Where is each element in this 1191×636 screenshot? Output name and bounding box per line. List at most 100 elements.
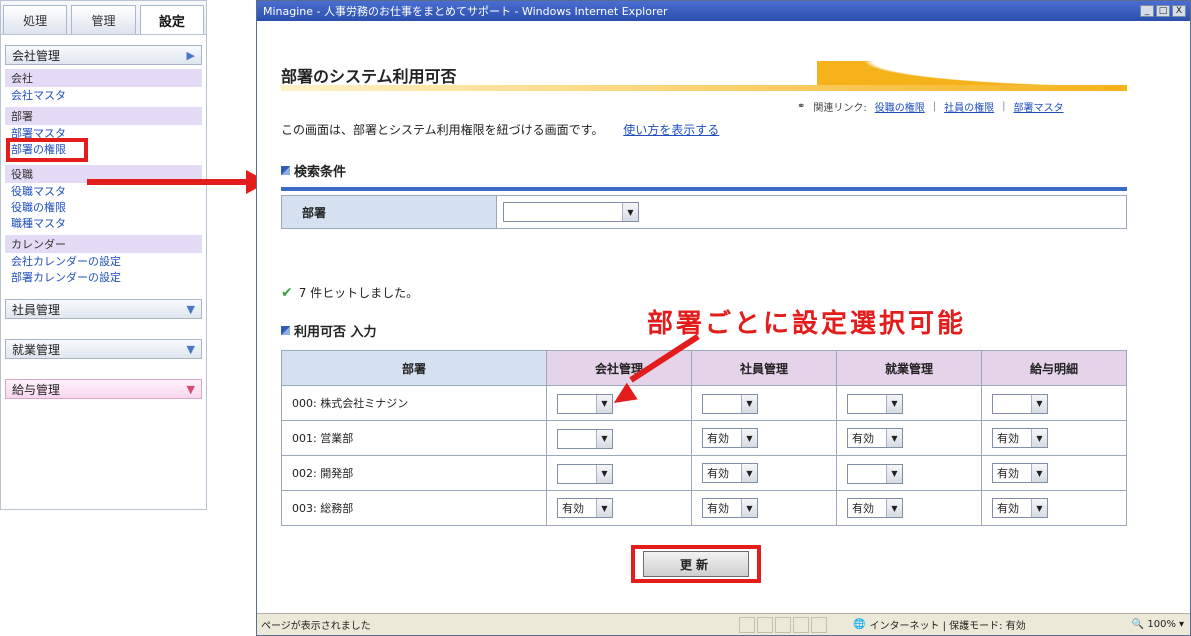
chevron-down-icon: ▼	[596, 464, 612, 483]
section-label: 就業管理	[12, 342, 61, 357]
permission-select[interactable]: 有効 ▼	[992, 498, 1048, 518]
related-link-employee-permission[interactable]: 社員の権限	[944, 99, 994, 114]
side-navigation: 処理 管理 設定 会社管理 ▶ 会社 会社マスタ 部署 部署マスタ 部署の権限 …	[0, 0, 207, 510]
select-value: 有効	[997, 502, 1019, 515]
permission-select[interactable]: 有効 ▼	[847, 428, 903, 448]
section-label: 社員管理	[12, 302, 61, 317]
section-square-icon	[281, 326, 290, 335]
update-button[interactable]: 更新	[643, 551, 749, 577]
check-icon: ✔	[281, 284, 293, 301]
how-to-link[interactable]: 使い方を表示する	[623, 123, 719, 137]
permission-select[interactable]: ▼	[992, 393, 1048, 414]
chevron-down-icon: ▼	[1031, 394, 1047, 413]
permission-select[interactable]: ▼	[847, 463, 903, 484]
close-button[interactable]: X	[1172, 5, 1186, 17]
permission-select[interactable]: ▼	[702, 393, 758, 414]
chevron-down-icon: ▼	[622, 203, 638, 221]
department-filter-label: 部署	[282, 196, 497, 228]
chevron-down-icon: ▼	[741, 499, 757, 517]
column-header-department: 部署	[281, 350, 547, 386]
department-filter-select[interactable]: ▼	[503, 202, 639, 222]
permission-select[interactable]: ▼	[557, 428, 613, 449]
permission-select[interactable]: 有効 ▼	[557, 498, 613, 518]
related-link-position-permission[interactable]: 役職の権限	[875, 99, 925, 114]
permission-select[interactable]: 有効 ▼	[992, 428, 1048, 448]
select-value: 有効	[997, 432, 1019, 445]
table-header-row: 部署 会社管理 社員管理 就業管理 給与明細	[281, 350, 1127, 386]
status-cell	[757, 616, 773, 633]
group-calendar: カレンダー	[5, 235, 202, 253]
annotation-arrow-line	[87, 179, 247, 185]
section-employee-management[interactable]: 社員管理 ▼	[5, 299, 202, 319]
permission-select[interactable]: 有効 ▼	[702, 463, 758, 483]
related-link-department-master[interactable]: 部署マスタ	[1014, 99, 1064, 114]
status-text: ページが表示されました	[261, 621, 371, 632]
table-row: 000: 株式会社ミナジン ▼ ▼ ▼ ▼	[281, 385, 1127, 421]
chevron-down-icon: ▼	[741, 464, 757, 482]
window-title: Minagine - 人事労務のお仕事をまとめてサポート - Windows I…	[263, 5, 668, 18]
group-company: 会社	[5, 69, 202, 87]
chevron-down-icon: ▼	[886, 499, 902, 517]
department-name: 003: 総務部	[281, 490, 547, 526]
tab-management[interactable]: 管理	[71, 5, 136, 34]
section-company-management[interactable]: 会社管理 ▶	[5, 45, 202, 65]
select-value: 有効	[852, 432, 874, 445]
nav-link-department-master[interactable]: 部署マスタ	[11, 127, 202, 141]
related-links-label: 関連リンク:	[813, 103, 867, 114]
page-title: 部署のシステム利用可否	[281, 67, 457, 86]
tab-processing[interactable]: 処理	[3, 5, 68, 34]
chevron-down-icon: ▼	[886, 464, 902, 483]
minimize-button[interactable]: _	[1140, 5, 1154, 17]
permission-select[interactable]: 有効 ▼	[847, 498, 903, 518]
chevron-down-icon: ▼	[1031, 429, 1047, 447]
chevron-down-icon: ▼	[886, 429, 902, 447]
related-links: ⚭ 関連リンク: 役職の権限 | 社員の権限 | 部署マスタ	[797, 99, 1064, 114]
permission-select[interactable]: 有効 ▼	[702, 428, 758, 448]
expand-down-icon: ▼	[186, 302, 195, 316]
department-name: 001: 営業部	[281, 420, 547, 456]
permission-select[interactable]: 有効 ▼	[702, 498, 758, 518]
chevron-down-icon: ▼	[741, 429, 757, 447]
search-conditions: 部署 ▼	[281, 195, 1127, 229]
update-button-highlight: 更新	[631, 545, 761, 583]
section-payroll-management[interactable]: 給与管理 ▼	[5, 379, 202, 399]
zoom-level: 100%	[1147, 619, 1176, 630]
page-description: この画面は、部署とシステム利用権限を紐づける画面です。 使い方を表示する	[281, 121, 719, 138]
zone-text: インターネット | 保護モード: 有効	[869, 621, 1026, 632]
maximize-button[interactable]: □	[1156, 5, 1170, 17]
nav-link-position-permission[interactable]: 役職の権限	[11, 201, 202, 215]
permission-select[interactable]: 有効 ▼	[992, 463, 1048, 483]
nav-link-department-calendar[interactable]: 部署カレンダーの設定	[11, 271, 202, 285]
security-zone: 🌐 インターネット | 保護モード: 有効	[847, 617, 1026, 632]
select-value: 有効	[852, 502, 874, 515]
browser-window: Minagine - 人事労務のお仕事をまとめてサポート - Windows I…	[256, 0, 1191, 636]
search-section-title: 検索条件	[281, 161, 346, 180]
nav-link-company-calendar[interactable]: 会社カレンダーの設定	[11, 255, 202, 269]
nav-link-job-type-master[interactable]: 職種マスタ	[11, 217, 202, 231]
status-cell	[811, 616, 827, 633]
nav-link-company-master[interactable]: 会社マスタ	[11, 89, 202, 103]
select-value: 有効	[997, 467, 1019, 480]
tab-settings[interactable]: 設定	[139, 5, 204, 34]
nav-link-position-master[interactable]: 役職マスタ	[11, 185, 202, 199]
window-title-bar: Minagine - 人事労務のお仕事をまとめてサポート - Windows I…	[257, 1, 1190, 21]
input-section-title: 利用可否 入力	[281, 321, 377, 340]
chevron-down-icon: ▼	[741, 394, 757, 413]
zoom-icon: 🔍	[1131, 619, 1145, 630]
zoom-control[interactable]: 🔍 100% ▾	[1132, 619, 1190, 630]
column-header-employee-management: 社員管理	[691, 350, 837, 386]
permission-select[interactable]: ▼	[847, 393, 903, 414]
title-underline	[281, 85, 1127, 91]
permission-select[interactable]: ▼	[557, 393, 613, 414]
separator: |	[932, 101, 937, 112]
permission-select[interactable]: ▼	[557, 463, 613, 484]
chevron-down-icon: ▼	[1031, 499, 1047, 517]
nav-link-department-permission[interactable]: 部署の権限	[6, 138, 88, 162]
status-cell	[739, 616, 755, 633]
chevron-down-icon: ▾	[1178, 619, 1184, 630]
section-attendance-management[interactable]: 就業管理 ▼	[5, 339, 202, 359]
permission-table: 部署 会社管理 社員管理 就業管理 給与明細 000: 株式会社ミナジン ▼ ▼…	[281, 350, 1127, 526]
expand-down-icon: ▼	[186, 382, 195, 396]
department-name: 000: 株式会社ミナジン	[281, 385, 547, 421]
section-title-text: 検索条件	[294, 165, 347, 180]
